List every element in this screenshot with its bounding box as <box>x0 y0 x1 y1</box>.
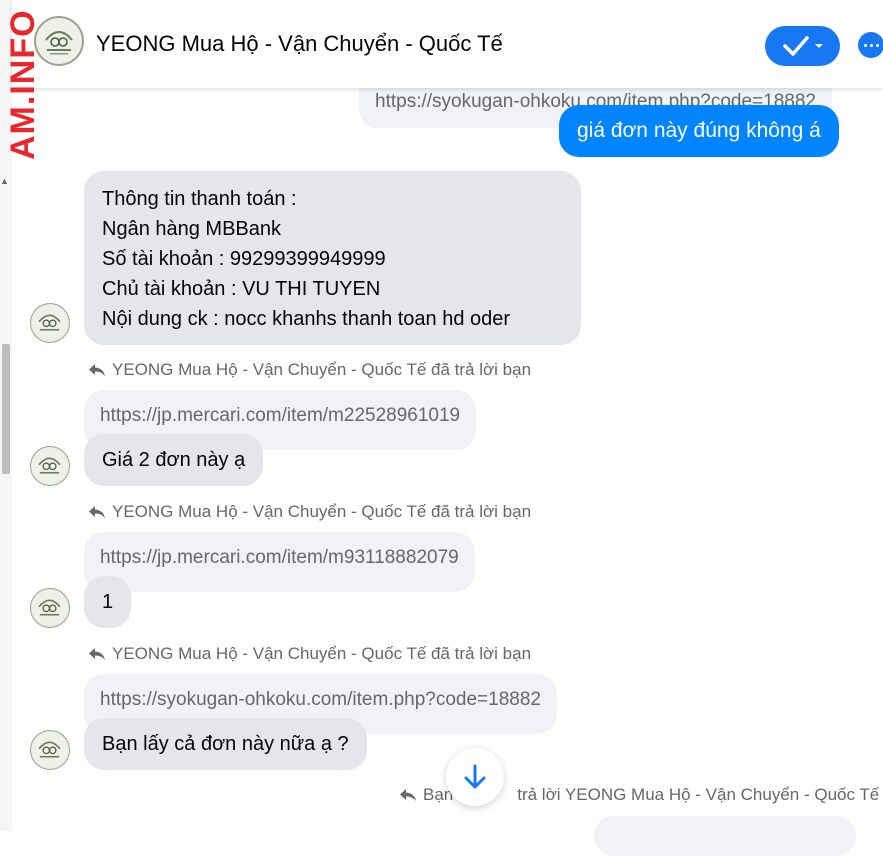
payment-line: Nội dung ck : nocc khanhs thanh toan hd … <box>102 308 511 330</box>
sender-avatar[interactable] <box>30 303 70 343</box>
more-icon <box>863 43 867 47</box>
chevron-down-icon <box>814 44 823 48</box>
scroll-to-bottom-button[interactable] <box>446 748 504 806</box>
reply-arrow-icon <box>89 648 105 660</box>
check-icon <box>782 36 809 56</box>
scrollbar-thumb[interactable] <box>2 344 10 474</box>
message-list: https://syokugan-ohkoku.com/item.php?cod… <box>12 0 883 856</box>
reply-message[interactable]: Bạn lấy cả đơn này nữa ạ ? <box>84 718 367 770</box>
message-text: Giá 2 đơn này ạ <box>102 449 246 471</box>
payment-line: Ngân hàng MBBank <box>102 218 282 240</box>
sender-avatar[interactable] <box>30 730 70 770</box>
reply-note-text: YEONG Mua Hộ - Vận Chuyển - Quốc Tế đã t… <box>112 360 532 379</box>
yeong-logo-icon <box>31 304 68 341</box>
reply-message[interactable]: 1 <box>84 576 132 628</box>
quoted-text: https://jp.mercari.com/item/m22528961019 <box>100 405 461 426</box>
message-text: Bạn lấy cả đơn này nữa ạ ? <box>102 733 349 755</box>
reply-message[interactable]: Giá 2 đơn này ạ <box>84 434 264 486</box>
yeong-logo-icon <box>31 447 68 484</box>
outgoing-message[interactable]: giá đơn này đúng không á <box>559 105 839 157</box>
payment-line: Thông tin thanh toán : <box>102 188 297 210</box>
page-title: YEONG Mua Hộ - Vận Chuyển - Quốc Tế <box>96 31 503 56</box>
yeong-logo-icon <box>37 19 81 63</box>
quoted-text: https://syokugan-ohkoku.com/item.php?cod… <box>100 689 541 710</box>
payment-line: Số tài khoản : 99299399949999 <box>102 248 386 270</box>
reply-note-text: trả lời YEONG Mua Hộ - Vận Chuyển - Quốc… <box>517 785 880 804</box>
sender-avatar[interactable] <box>30 588 70 628</box>
sender-avatar[interactable] <box>30 446 70 486</box>
message-text: 1 <box>102 591 114 613</box>
yeong-logo-icon <box>31 731 68 768</box>
payment-line: Chủ tài khoản : VU THI TUYEN <box>102 278 381 300</box>
reply-note: YEONG Mua Hộ - Vận Chuyển - Quốc Tế đã t… <box>88 644 531 664</box>
message-text: giá đơn này đúng không á <box>577 119 821 142</box>
reply-note-text: YEONG Mua Hộ - Vận Chuyển - Quốc Tế đã t… <box>112 644 532 663</box>
mark-done-button[interactable] <box>765 26 840 66</box>
more-options-button[interactable] <box>858 32 883 58</box>
arrow-down-icon <box>464 764 486 789</box>
reply-arrow-icon <box>400 789 416 801</box>
payment-info-message[interactable]: Thông tin thanh toán : Ngân hàng MBBank … <box>84 171 581 345</box>
reply-note: YEONG Mua Hộ - Vận Chuyển - Quốc Tế đã t… <box>88 502 531 522</box>
reply-note-text: YEONG Mua Hộ - Vận Chuyển - Quốc Tế đã t… <box>112 502 532 521</box>
scroll-up-caret-icon: ▲ <box>0 176 9 186</box>
quoted-message[interactable]: https://jp.mercari.com/item/m93118882079 <box>84 532 475 592</box>
quoted-message[interactable] <box>594 816 856 856</box>
quoted-text: https://jp.mercari.com/item/m93118882079 <box>100 547 459 568</box>
reply-note: YEONG Mua Hộ - Vận Chuyển - Quốc Tế đã t… <box>88 360 531 380</box>
conversation-header: YEONG Mua Hộ - Vận Chuyển - Quốc Tế <box>12 0 883 88</box>
yeong-logo-icon <box>31 589 68 626</box>
watermark-text: AM.INFO <box>4 9 42 160</box>
reply-arrow-icon <box>89 506 105 518</box>
reply-arrow-icon <box>89 364 105 376</box>
